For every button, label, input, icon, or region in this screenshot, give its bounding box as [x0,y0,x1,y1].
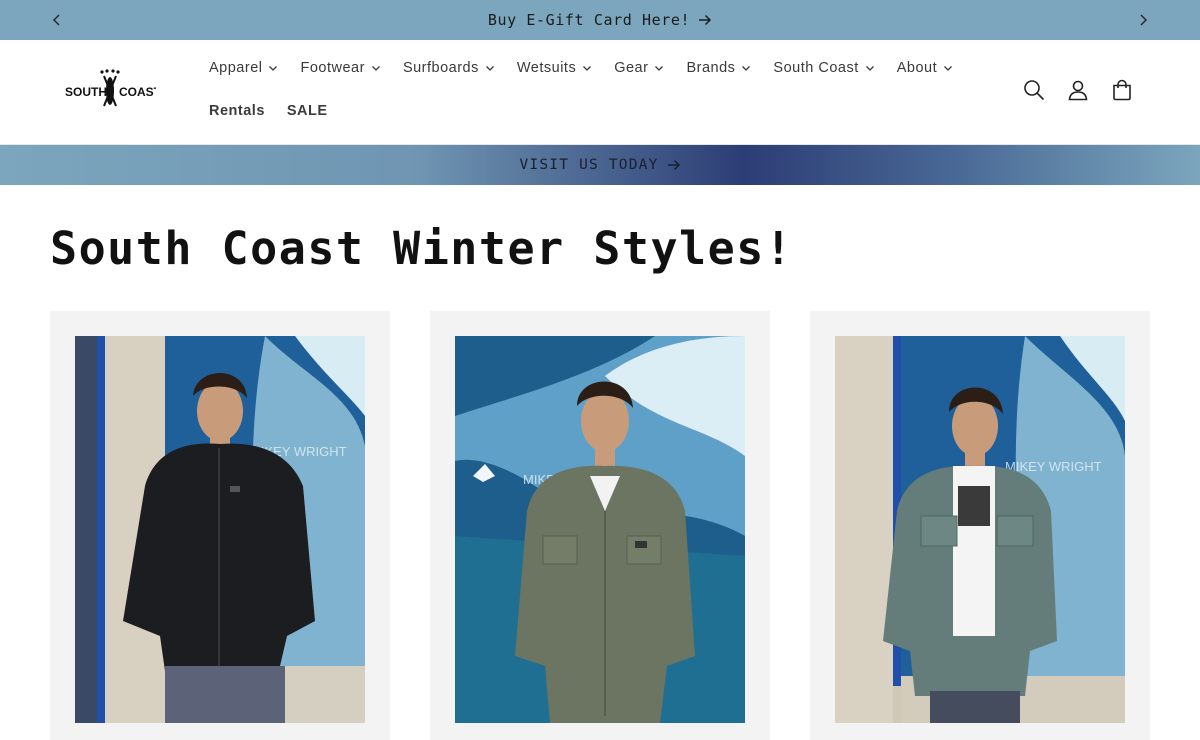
nav-label: About [896,60,938,76]
nav-label: Wetsuits [516,60,577,76]
chevron-left-icon[interactable] [48,11,66,29]
visit-us-link[interactable]: VISIT US TODAY [519,157,680,173]
nav-item-footwear[interactable]: Footwear [289,51,391,85]
arrow-right-icon [667,159,680,171]
nav-item-brands[interactable]: Brands [675,51,762,85]
chevron-down-icon [485,66,494,71]
nav-label: Brands [686,60,736,76]
page-title: South Coast Winter Styles! [50,222,794,275]
nav-row-secondary: Rentals SALE [198,94,978,128]
chevron-down-icon [865,66,874,71]
nav-label: Apparel [209,60,263,76]
product-image[interactable]: MIKEY WRIGHT [835,336,1125,723]
nav-item-gear[interactable]: Gear [603,51,675,85]
nav-label: South Coast [773,60,859,76]
mural-text: MIKEY WRIGHT [1005,459,1102,474]
chevron-down-icon [742,66,751,71]
chevron-down-icon [944,66,953,71]
product-card[interactable]: MIKEY WRIGHT [810,311,1150,740]
nav-item-wetsuits[interactable]: Wetsuits [506,51,603,85]
chevron-right-icon[interactable] [1134,11,1152,29]
chevron-down-icon [269,66,278,71]
logo-text-left: SOUTH [65,85,107,99]
nav-label: Gear [614,60,649,76]
product-image[interactable]: MIKEY WRIGHT [75,336,365,723]
visit-banner-text[interactable]: VISIT US TODAY [519,157,658,173]
arrow-right-icon [699,14,712,26]
search-icon[interactable] [1022,78,1046,102]
main-nav: Apparel Footwear Surfboards Wetsuits Gea… [198,51,978,128]
chevron-down-icon [583,66,592,71]
nav-item-apparel[interactable]: Apparel [198,51,289,85]
nav-label: Footwear [300,60,365,76]
announcement-text[interactable]: Buy E-Gift Card Here! [488,11,690,29]
gift-card-link[interactable]: Buy E-Gift Card Here! [488,11,712,29]
nav-item-rentals[interactable]: Rentals [198,94,276,128]
product-card[interactable]: MIKEY WRIGHT [50,311,390,740]
nav-label: Rentals [209,103,265,119]
nav-item-sale[interactable]: SALE [276,94,339,128]
product-image[interactable]: MIKEY WRIGHT [455,336,745,723]
site-logo[interactable]: SOUTH COAST [64,66,156,114]
site-header: SOUTH COAST Apparel Footwear Surfboards … [0,40,1200,145]
visit-banner: VISIT US TODAY [0,145,1200,185]
announcement-bar: Buy E-Gift Card Here! [0,0,1200,40]
chevron-down-icon [655,66,664,71]
chevron-down-icon [371,66,380,71]
account-icon[interactable] [1066,78,1090,102]
header-actions [1022,78,1134,102]
nav-item-surfboards[interactable]: Surfboards [392,51,506,85]
nav-item-about[interactable]: About [886,51,964,85]
nav-item-south-coast[interactable]: South Coast [762,51,885,85]
cart-icon[interactable] [1110,78,1134,102]
nav-label: SALE [286,103,328,119]
nav-row-primary: Apparel Footwear Surfboards Wetsuits Gea… [198,51,978,85]
product-card[interactable]: MIKEY WRIGHT [430,311,770,740]
nav-label: Surfboards [402,60,479,76]
logo-text-right: COAST [119,85,156,99]
